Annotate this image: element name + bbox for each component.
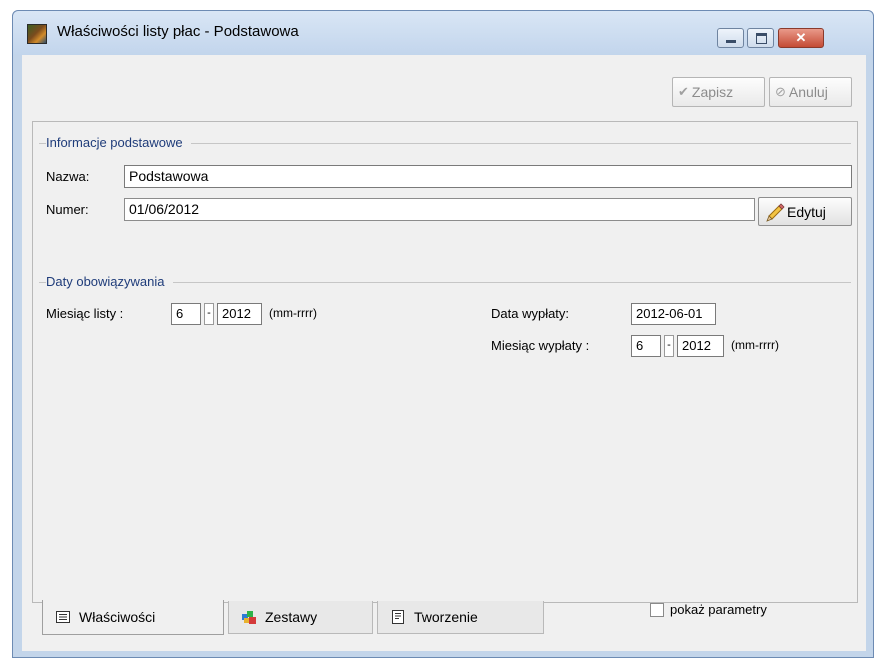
tab-creation[interactable]: Tworzenie [377,601,544,634]
show-params-label: pokaż parametry [670,602,767,617]
minimize-icon [726,40,736,43]
document-icon [390,609,406,625]
tab-sets-label: Zestawy [265,609,318,625]
save-button[interactable]: ✔ Zapisz [672,77,765,107]
edit-button[interactable]: Edytuj [758,197,852,226]
list-year-input[interactable]: 2012 [217,303,262,325]
name-input[interactable]: Podstawowa [124,165,852,188]
tab-properties-label: Właściwości [79,609,156,625]
name-label: Nazwa: [46,169,90,184]
show-params-checkbox[interactable] [650,603,664,617]
window-title: Właściwości listy płac - Podstawowa [57,23,299,40]
number-label: Numer: [46,202,89,217]
list-format-hint: (mm-rrrr) [269,306,317,320]
payout-date-input[interactable]: 2012-06-01 [631,303,716,325]
close-icon: ✕ [795,30,807,45]
maximize-icon [756,33,767,44]
pencil-icon [765,202,785,222]
close-button[interactable]: ✕ [778,28,824,48]
sets-icon [241,609,257,625]
list-month-input[interactable]: 6 [171,303,201,325]
dialog-client-area: ✔ Zapisz ⊘ Anuluj Informacje podstawowe … [22,55,866,651]
edit-label: Edytuj [787,203,826,220]
title-bar[interactable]: Właściwości listy płac - Podstawowa ✕ [13,11,873,55]
cancel-button[interactable]: ⊘ Anuluj [769,77,852,107]
window: Właściwości listy płac - Podstawowa ✕ ✔ … [12,10,874,658]
tab-creation-label: Tworzenie [414,609,478,625]
list-date-separator: - [204,303,214,325]
tab-properties[interactable]: Właściwości [42,600,224,635]
payout-month-input[interactable]: 6 [631,335,661,357]
checkmark-icon: ✔ [678,84,689,99]
payout-year-input[interactable]: 2012 [677,335,724,357]
list-month-label: Miesiąc listy : [46,306,124,321]
cancel-icon: ⊘ [775,84,786,99]
properties-icon [55,609,71,625]
maximize-button[interactable] [747,28,774,48]
save-label: Zapisz [691,84,734,100]
payout-format-hint: (mm-rrrr) [731,338,779,352]
payout-date-label: Data wypłaty: [491,306,570,321]
payout-date-separator: - [664,335,674,357]
app-icon[interactable] [27,24,47,44]
tab-sets[interactable]: Zestawy [228,601,373,634]
section-title-validity: Daty obowiązywania [46,274,173,289]
cancel-label: Anuluj [788,84,828,100]
section-title-basic: Informacje podstawowe [46,135,191,150]
payout-month-label: Miesiąc wypłaty : [491,338,590,353]
properties-panel: Informacje podstawowe Nazwa: Podstawowa … [32,121,858,617]
number-input[interactable]: 01/06/2012 [124,198,755,221]
minimize-button[interactable] [717,28,744,48]
